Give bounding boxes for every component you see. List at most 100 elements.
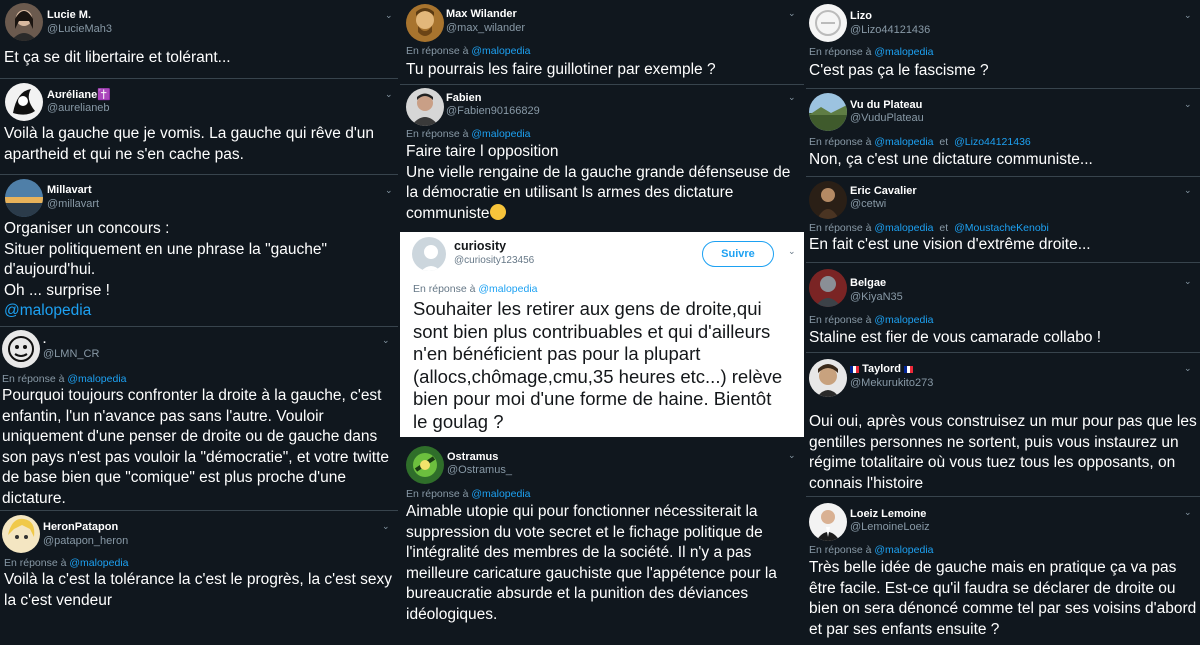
author-name[interactable]: Millavart [47,184,92,196]
reply-prefix: En réponse à [406,488,469,500]
author-handle[interactable]: @Lizo44121436 [850,24,930,36]
tweet-text: Voilà la c'est la tolérance la c'est le … [4,571,392,609]
tweet-taylord[interactable]: Taylord @Mekurukito273 ⌄ Oui oui, après … [806,354,1200,496]
tweet-line: d'aujourd'hui. [4,261,96,278]
reply-mention[interactable]: @malopedia [67,373,126,385]
reply-mention[interactable]: @malopedia [471,488,530,500]
reply-context: En réponse à @malopedia [809,46,934,58]
tweet-eric[interactable]: Eric Cavalier @cetwi ⌄ En réponse à @mal… [806,178,1200,262]
france-flag-icon [850,365,859,373]
tweet-text: En fait c'est une vision d'extrême droit… [809,236,1091,253]
author-handle[interactable]: @LemoineLoeiz [850,521,930,533]
reply-context: En réponse à @malopedia [809,544,934,556]
tweet-loeiz[interactable]: Loeiz Lemoine @LemoineLoeiz ⌄ En réponse… [806,498,1200,645]
tweet-line: Oh ... surprise ! [4,281,110,299]
chevron-down-icon[interactable]: ⌄ [385,89,393,100]
tweet-text: C'est pas ça le fascisme ? [809,62,989,79]
author-handle[interactable]: @LucieMah3 [47,23,112,35]
avatar[interactable] [5,83,43,121]
tweet-lmn[interactable]: . @LMN_CR ⌄ En réponse à @malopedia Pour… [0,328,398,510]
chevron-down-icon[interactable]: ⌄ [1184,10,1192,21]
column-left: Lucie M. @LucieMah3 ⌄ Et ça se dit liber… [0,0,398,645]
tweet-text: Oui oui, après vous construisez un mur p… [809,413,1197,492]
author-handle[interactable]: @cetwi [850,198,886,210]
tweet-text: Et ça se dit libertaire et tolérant... [4,49,231,66]
author-name[interactable]: Taylord [850,363,914,375]
mention-link[interactable]: @malopedia [4,301,394,322]
tweet-ostramus[interactable]: Ostramus @Ostramus_ ⌄ En réponse à @malo… [400,440,804,645]
divider [806,496,1200,497]
tweet-vudu[interactable]: Vu du Plateau @VuduPlateau ⌄ En réponse … [806,90,1200,176]
reply-mention[interactable]: @malopedia [69,557,128,569]
reply-mention[interactable]: @malopedia [874,544,933,556]
tweet-text: Pourquoi toujours confronter la droite à… [2,387,390,507]
chevron-down-icon[interactable]: ⌄ [385,10,393,21]
tweet-line: Situer politiquement en une phrase la "g… [4,240,327,258]
author-handle[interactable]: @Ostramus_ [447,464,512,476]
avatar[interactable] [2,330,40,368]
tweet-belgae[interactable]: Belgae @KiyaN35 ⌄ En réponse à @malopedi… [806,264,1200,350]
author-name[interactable]: HeronPatapon [43,521,118,533]
author-handle[interactable]: @LMN_CR [43,348,99,360]
reply-prefix: En réponse à [809,136,872,148]
avatar[interactable] [5,3,43,41]
tweet-lucie[interactable]: Lucie M. @LucieMah3 ⌄ Et ça se dit liber… [0,0,398,80]
reply-mention[interactable]: @malopedia [874,136,933,148]
author-name[interactable]: . [43,334,46,346]
tweet-aureliane[interactable]: Aʊréliane✝️ @aurelianeb ⌄ Voilà la gauch… [0,80,398,175]
reply-context: En réponse à @malopedia [2,373,127,385]
divider [806,176,1200,177]
author-name[interactable]: Vu du Plateau [850,99,922,111]
reply-context: En réponse à @malopedia [809,314,934,326]
chevron-down-icon[interactable]: ⌄ [1184,185,1192,196]
author-handle[interactable]: @KiyaN35 [850,291,903,303]
author-handle[interactable]: @millavart [47,198,99,210]
avatar[interactable] [809,93,847,131]
author-handle[interactable]: @patapon_heron [43,535,128,547]
reply-mention[interactable]: @malopedia [874,314,933,326]
tweet-text: Organiser un concours : Situer politique… [4,219,394,322]
author-handle[interactable]: @VuduPlateau [850,112,924,124]
author-name[interactable]: Ostramus [447,451,498,463]
chevron-down-icon[interactable]: ⌄ [1184,363,1192,374]
reply-mention[interactable]: @malopedia [874,222,933,234]
reply-context: En réponse à @malopedia [4,557,129,569]
author-name[interactable]: Aʊréliane✝️ [47,88,111,101]
avatar[interactable] [809,181,847,219]
chevron-down-icon[interactable]: ⌄ [788,450,796,461]
avatar[interactable] [809,4,847,42]
avatar[interactable] [5,179,43,217]
reply-mention-2[interactable]: @Lizo44121436 [954,136,1031,148]
divider [0,326,398,327]
chevron-down-icon[interactable]: ⌄ [385,185,393,196]
avatar[interactable] [809,359,847,397]
tweet-millavart[interactable]: Millavart @millavart ⌄ Organiser un conc… [0,176,398,326]
avatar[interactable] [809,503,847,541]
divider [806,262,1200,263]
reply-prefix: En réponse à [809,46,872,58]
reply-prefix: En réponse à [809,222,872,234]
author-handle[interactable]: @aurelianeb [47,102,110,114]
divider [806,88,1200,89]
reply-joiner: et [939,136,949,148]
chevron-down-icon[interactable]: ⌄ [1184,99,1192,110]
avatar[interactable] [809,269,847,307]
author-handle[interactable]: @Mekurukito273 [850,377,933,389]
author-name[interactable]: Loeiz Lemoine [850,508,926,520]
author-name[interactable]: Lizo [850,10,872,22]
author-name[interactable]: Belgae [850,277,886,289]
chevron-down-icon[interactable]: ⌄ [382,521,390,532]
reply-mention-2[interactable]: @MoustacheKenobi [954,222,1049,234]
chevron-down-icon[interactable]: ⌄ [1184,276,1192,287]
tweet-lizo[interactable]: Lizo @Lizo44121436 ⌄ En réponse à @malop… [806,0,1200,88]
author-name[interactable]: Lucie M. [47,9,91,21]
avatar[interactable] [406,446,444,484]
author-name[interactable]: Eric Cavalier [850,185,917,197]
tweet-text: Très belle idée de gauche mais en pratiq… [809,559,1197,638]
tweet-heron[interactable]: HeronPatapon @patapon_heron ⌄ En réponse… [0,512,398,645]
reply-mention[interactable]: @malopedia [874,46,933,58]
chevron-down-icon[interactable]: ⌄ [382,335,390,346]
column-middle-lower: Ostramus @Ostramus_ ⌄ En réponse à @malo… [400,0,804,645]
chevron-down-icon[interactable]: ⌄ [1184,507,1192,518]
avatar[interactable] [2,515,40,553]
